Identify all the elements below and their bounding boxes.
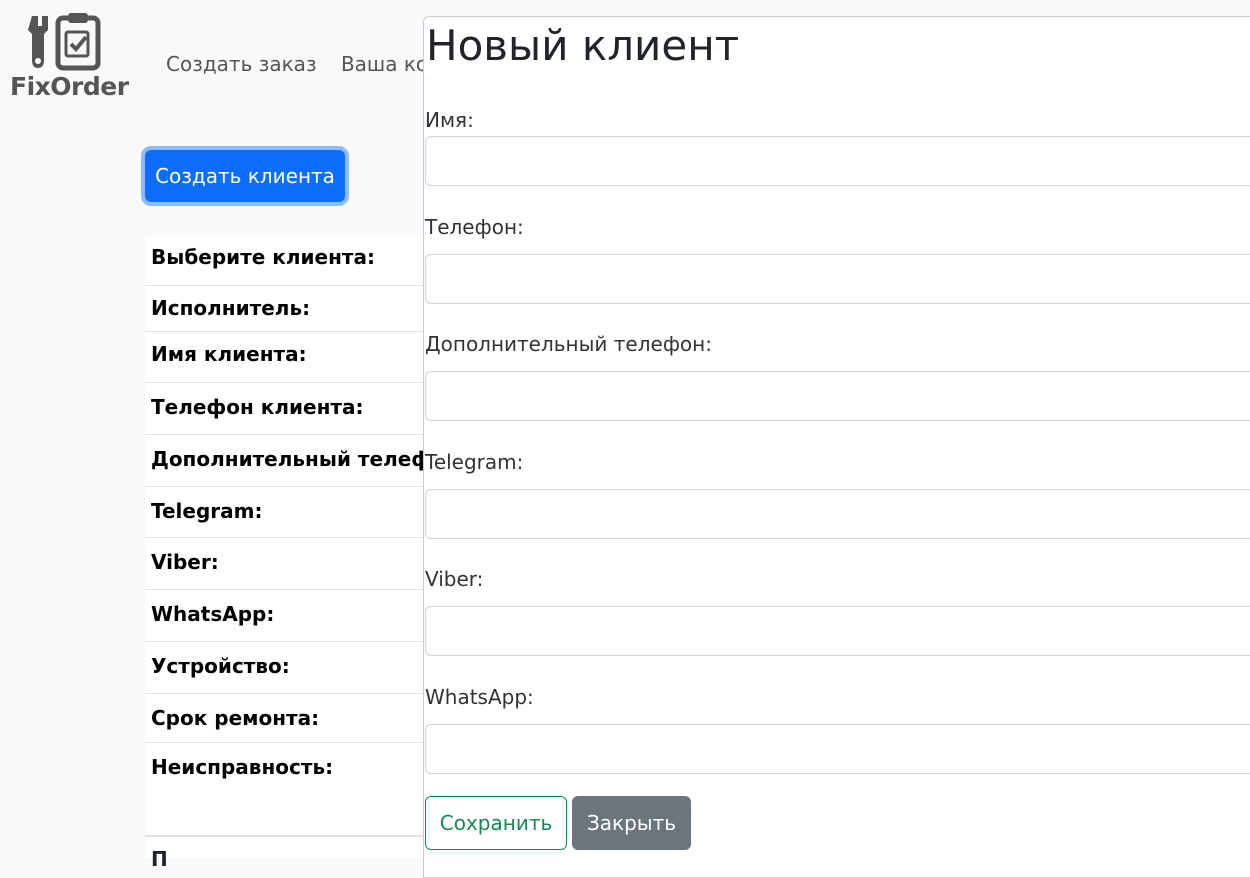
telegram-input[interactable] — [425, 489, 1250, 539]
form-row-label: Устройство: — [151, 654, 290, 678]
new-client-modal: Новый клиент Имя: Телефон: Дополнительны… — [423, 16, 1250, 878]
save-button[interactable]: Сохранить — [425, 796, 567, 850]
viber-label: Viber: — [425, 567, 484, 591]
form-row-label: Телефон клиента: — [151, 395, 364, 419]
whatsapp-input[interactable] — [425, 724, 1250, 774]
viber-input[interactable] — [425, 606, 1250, 656]
form-row-label: Viber: — [151, 550, 219, 574]
form-row-label: Срок ремонта: — [151, 706, 320, 730]
modal-title: Новый клиент — [426, 21, 740, 70]
top-nav: Создать заказ Ваша ком — [166, 52, 461, 76]
form-row-label: Имя клиента: — [151, 342, 307, 366]
wrench-clipboard-icon — [28, 13, 101, 71]
form-row-label: Исполнитель: — [151, 296, 311, 320]
whatsapp-label: WhatsApp: — [425, 685, 534, 709]
app-logo[interactable]: FixOrder — [8, 12, 129, 102]
create-client-button[interactable]: Создать клиента — [145, 150, 345, 202]
close-button[interactable]: Закрыть — [572, 796, 691, 850]
telegram-label: Telegram: — [425, 450, 524, 474]
phone-label: Телефон: — [425, 215, 524, 239]
form-row-label: П — [151, 847, 168, 871]
additional-phone-label: Дополнительный телефон: — [425, 332, 712, 356]
form-row-label: WhatsApp: — [151, 602, 275, 626]
form-row-label: Выберите клиента: — [151, 245, 376, 269]
phone-input[interactable] — [425, 254, 1250, 304]
additional-phone-input[interactable] — [425, 371, 1250, 421]
name-input[interactable] — [425, 136, 1250, 186]
form-row-label: Telegram: — [151, 499, 263, 523]
form-row-label: Неисправность: — [151, 755, 334, 779]
name-label: Имя: — [425, 108, 474, 132]
nav-create-order[interactable]: Создать заказ — [166, 52, 317, 76]
form-row-label: Дополнительный телефо — [151, 447, 445, 471]
logo-text: FixOrder — [10, 72, 129, 101]
